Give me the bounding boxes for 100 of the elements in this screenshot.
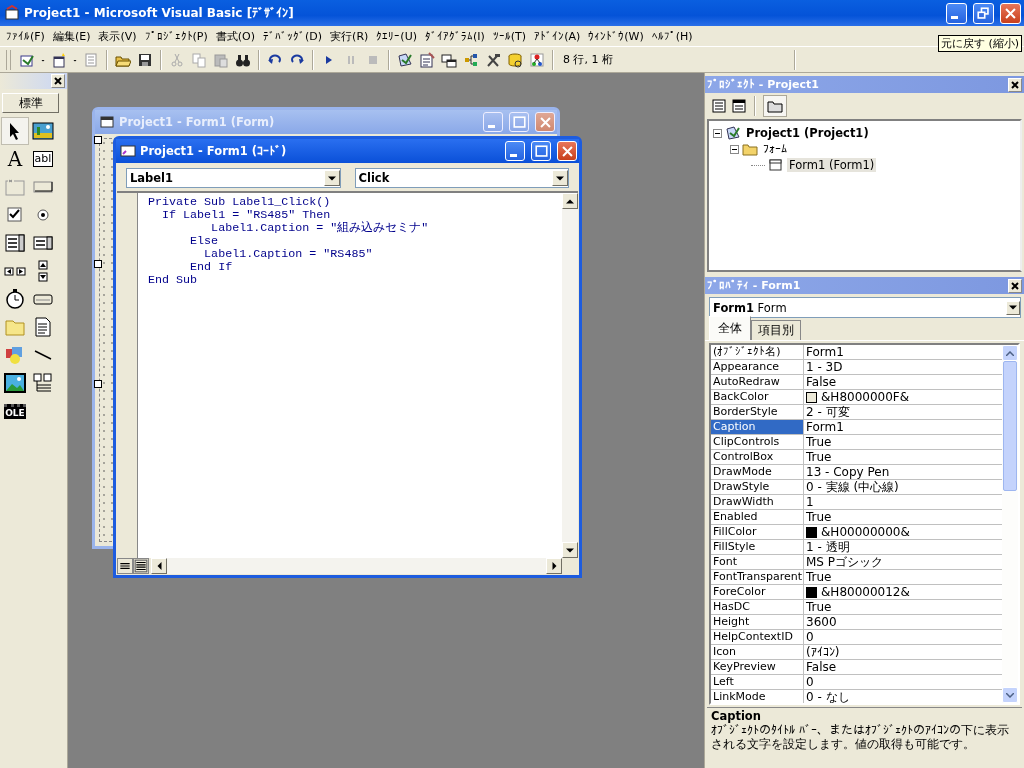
property-value[interactable]: Form1 bbox=[806, 345, 844, 359]
property-name[interactable]: AutoRedraw bbox=[711, 375, 804, 389]
property-value[interactable]: &H00000000& bbox=[821, 525, 910, 539]
properties-tab[interactable]: 全体 bbox=[709, 316, 751, 340]
menu-item[interactable]: ﾀﾞｲｱｸﾞﾗﾑ(I) bbox=[421, 29, 489, 43]
property-name[interactable]: HelpContextID bbox=[711, 630, 804, 644]
view-object-icon[interactable] bbox=[731, 98, 747, 114]
menu-item[interactable]: ﾌｧｲﾙ(F) bbox=[2, 29, 49, 43]
menu-item[interactable]: ｸｴﾘｰ(U) bbox=[372, 29, 421, 43]
restore-icon bbox=[975, 4, 992, 22]
scroll-up-icon[interactable] bbox=[566, 198, 574, 204]
collapse-toggle[interactable] bbox=[730, 144, 739, 154]
scroll-right-icon[interactable] bbox=[551, 562, 557, 570]
object-dropdown[interactable]: Label1 bbox=[126, 168, 341, 188]
minimize-icon bbox=[487, 124, 495, 128]
menu-item[interactable]: 表示(V) bbox=[94, 28, 141, 44]
scroll-down-icon[interactable] bbox=[566, 547, 574, 553]
document-icon[interactable] bbox=[32, 316, 54, 338]
property-value[interactable]: MS Pゴシック bbox=[806, 555, 884, 569]
sizing-handle[interactable] bbox=[94, 380, 102, 388]
property-name[interactable]: Left bbox=[711, 675, 804, 689]
property-value[interactable]: 0 - 実線 (中心線) bbox=[806, 480, 899, 494]
tree-item[interactable]: ﾌｫｰﾑ bbox=[761, 142, 789, 156]
property-name[interactable]: HasDC bbox=[711, 600, 804, 614]
collapse-toggle[interactable] bbox=[713, 128, 722, 138]
property-value[interactable]: &H8000000F& bbox=[821, 390, 910, 404]
property-value[interactable]: 1 bbox=[806, 495, 814, 509]
sizing-handle[interactable] bbox=[94, 260, 102, 268]
property-name[interactable]: Font bbox=[711, 555, 804, 569]
property-value[interactable]: True bbox=[806, 435, 832, 449]
property-value[interactable]: 1 - 3D bbox=[806, 360, 843, 374]
property-value[interactable]: 1 - 透明 bbox=[806, 540, 850, 554]
sizing-handle[interactable] bbox=[94, 136, 102, 144]
toggle-folders-button[interactable] bbox=[763, 95, 787, 117]
label-tool-icon[interactable]: A bbox=[1, 145, 29, 173]
procedure-dropdown[interactable]: Click bbox=[354, 168, 569, 188]
property-value[interactable]: (ｱｲｺﾝ) bbox=[806, 645, 840, 659]
object-dropdown[interactable]: Form1 Form bbox=[709, 297, 1021, 318]
property-name[interactable]: ForeColor bbox=[711, 585, 804, 599]
property-name[interactable]: ClipControls bbox=[711, 435, 804, 449]
properties-icon[interactable] bbox=[417, 49, 437, 70]
toolbox-tab[interactable]: 標準 bbox=[2, 93, 59, 113]
property-value[interactable]: 0 bbox=[806, 630, 814, 644]
menu-item[interactable]: ﾂｰﾙ(T) bbox=[488, 29, 531, 43]
stopwatch-icon[interactable] bbox=[4, 288, 26, 310]
property-name[interactable]: Icon bbox=[711, 645, 804, 659]
menu-item[interactable]: 編集(E) bbox=[48, 28, 95, 44]
property-name[interactable]: LinkMode bbox=[711, 690, 804, 703]
menu-item[interactable]: 実行(R) bbox=[326, 28, 373, 44]
menu-item[interactable]: ｱﾄﾞｲﾝ(A) bbox=[530, 29, 585, 43]
scroll-left-icon[interactable] bbox=[156, 562, 162, 570]
ole-tool-icon[interactable]: OLE bbox=[4, 403, 26, 419]
properties-tab[interactable]: 項目別 bbox=[751, 320, 801, 340]
full-module-view-icon[interactable] bbox=[133, 558, 149, 574]
property-value[interactable]: 3600 bbox=[806, 615, 837, 629]
property-value[interactable]: False bbox=[806, 375, 837, 389]
menu-item[interactable]: ﾌﾟﾛｼﾞｪｸﾄ(P) bbox=[140, 29, 212, 43]
restore-button[interactable] bbox=[973, 2, 994, 24]
property-value[interactable]: Form1 bbox=[806, 420, 844, 434]
picture-box-icon[interactable] bbox=[32, 120, 54, 142]
property-value[interactable]: 0 bbox=[806, 675, 814, 689]
property-name[interactable]: Appearance bbox=[711, 360, 804, 374]
property-name[interactable]: ControlBox bbox=[711, 450, 804, 464]
property-value[interactable]: 2 - 可変 bbox=[806, 405, 850, 419]
menu-item[interactable]: ｳｨﾝﾄﾞｳ(W) bbox=[584, 29, 648, 43]
property-value[interactable]: True bbox=[806, 600, 832, 614]
image-icon[interactable] bbox=[4, 372, 26, 394]
property-name[interactable]: (ｵﾌﾞｼﾞｪｸﾄ名) bbox=[711, 345, 804, 359]
property-value[interactable]: False bbox=[806, 660, 837, 674]
property-name[interactable]: Enabled bbox=[711, 510, 804, 524]
view-code-icon[interactable] bbox=[711, 98, 727, 114]
data-control-icon[interactable] bbox=[32, 372, 54, 394]
tree-item[interactable]: Project1 (Project1) bbox=[744, 126, 871, 140]
property-value[interactable]: &H80000012& bbox=[821, 585, 910, 599]
property-value[interactable]: True bbox=[806, 510, 832, 524]
property-name[interactable]: BorderStyle bbox=[711, 405, 804, 419]
property-value[interactable]: True bbox=[806, 450, 832, 464]
property-name[interactable]: FillColor bbox=[711, 525, 804, 539]
property-value[interactable]: 13 - Copy Pen bbox=[806, 465, 890, 479]
horizontal-scrollbar[interactable] bbox=[151, 558, 562, 574]
vertical-scrollbar[interactable] bbox=[562, 193, 578, 558]
property-name[interactable]: DrawMode bbox=[711, 465, 804, 479]
property-name[interactable]: BackColor bbox=[711, 390, 804, 404]
property-name[interactable]: DrawStyle bbox=[711, 480, 804, 494]
textbox-tool-icon[interactable]: abl bbox=[32, 151, 54, 167]
property-value[interactable]: True bbox=[806, 570, 832, 584]
property-value[interactable]: 0 - なし bbox=[806, 690, 850, 703]
property-name[interactable]: Height bbox=[711, 615, 804, 629]
property-name[interactable]: FillStyle bbox=[711, 540, 804, 554]
procedure-view-icon[interactable] bbox=[117, 558, 133, 574]
property-name[interactable]: DrawWidth bbox=[711, 495, 804, 509]
tree-item[interactable]: Form1 (Form1) bbox=[787, 158, 877, 172]
menu-item[interactable]: 書式(O) bbox=[211, 28, 260, 44]
code-editor[interactable]: Private Sub Label1_Click() If Label1 = "RS485" Then Label1.Caption = "組み込みセミナ" Else Label1.Caption = "RS485" End If End Sub bbox=[138, 193, 562, 558]
property-name[interactable]: FontTransparent bbox=[711, 570, 804, 584]
property-name[interactable]: KeyPreview bbox=[711, 660, 804, 674]
menu-item[interactable]: ﾃﾞﾊﾞｯｸﾞ(D) bbox=[259, 29, 327, 43]
property-name[interactable]: Caption bbox=[711, 420, 804, 434]
menu-item[interactable]: ﾍﾙﾌﾟ(H) bbox=[647, 29, 697, 43]
combo-box-icon[interactable] bbox=[4, 232, 26, 254]
